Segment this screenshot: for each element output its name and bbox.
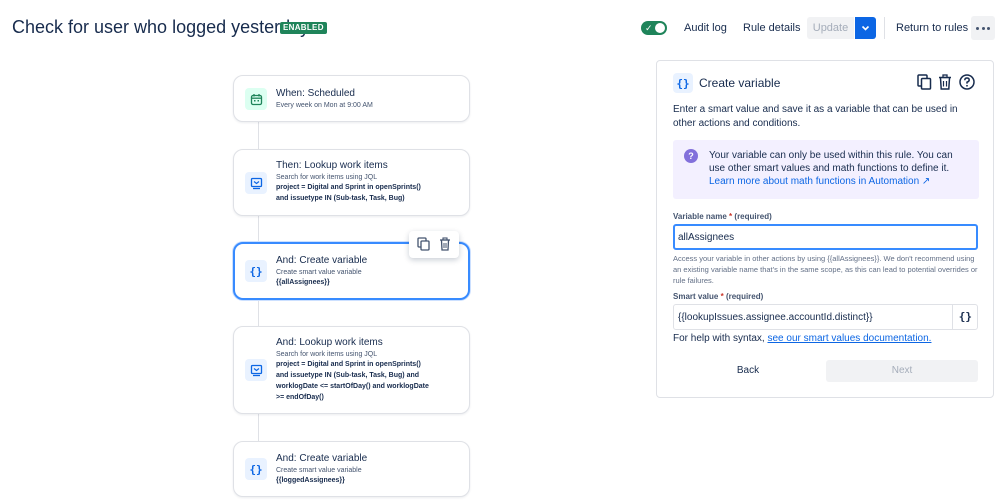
panel-title: Create variable bbox=[699, 76, 781, 90]
info-text: Your variable can only be used within th… bbox=[709, 150, 953, 187]
flow-connector bbox=[258, 216, 259, 242]
step-title: And: Create variable bbox=[276, 453, 368, 464]
rule-enabled-toggle[interactable]: ✓ bbox=[641, 21, 667, 35]
header-divider bbox=[884, 17, 885, 39]
rule-header: Check for user who logged yesterday ENAB… bbox=[0, 0, 999, 56]
step-detail: and issuetype IN (Sub-task, Task, Bug) bbox=[276, 195, 405, 202]
step-title: And: Lookup work items bbox=[276, 337, 383, 348]
delete-icon[interactable] bbox=[938, 74, 952, 90]
lookup-icon bbox=[245, 172, 267, 194]
smart-value-text: {{lookupIssues.assignee.accountId.distin… bbox=[678, 312, 873, 323]
calendar-icon bbox=[245, 88, 267, 110]
variable-name-input[interactable] bbox=[673, 224, 978, 250]
update-button[interactable]: Update bbox=[807, 17, 854, 39]
step-subtitle: Search for work items using JQL bbox=[276, 174, 378, 181]
variable-name-help: Access your variable in other actions by… bbox=[673, 254, 978, 285]
rule-details-button[interactable]: Rule details bbox=[743, 17, 800, 39]
status-badge: ENABLED bbox=[280, 22, 327, 34]
step-subtitle: Every week on Mon at 9:00 AM bbox=[276, 102, 373, 109]
chevron-down-icon bbox=[861, 25, 870, 31]
flow-step-create-variable[interactable]: {} And: Create variable Create smart val… bbox=[233, 441, 470, 497]
flow-step-lookup[interactable]: And: Lookup work items Search for work i… bbox=[233, 326, 470, 414]
delete-icon[interactable] bbox=[439, 237, 451, 251]
step-detail: worklogDate <= startOfDay() and worklogD… bbox=[276, 383, 429, 390]
check-icon: ✓ bbox=[645, 23, 653, 33]
step-detail: project = Digital and Sprint in openSpri… bbox=[276, 361, 421, 368]
flow-step-lookup[interactable]: Then: Lookup work items Search for work … bbox=[233, 149, 470, 216]
flow-connector bbox=[258, 414, 259, 441]
flow-step-trigger[interactable]: When: Scheduled Every week on Mon at 9:0… bbox=[233, 75, 470, 122]
step-detail: {{allAssignees}} bbox=[276, 279, 330, 286]
braces-icon: {} bbox=[245, 260, 267, 282]
audit-log-button[interactable]: Audit log bbox=[684, 17, 727, 39]
step-detail: project = Digital and Sprint in openSpri… bbox=[276, 184, 421, 191]
more-icon bbox=[976, 27, 979, 30]
info-message: ? Your variable can only be used within … bbox=[673, 140, 979, 199]
page-title: Check for user who logged yesterday bbox=[12, 17, 310, 37]
step-subtitle: Create smart value variable bbox=[276, 269, 362, 276]
duplicate-icon[interactable] bbox=[417, 237, 430, 251]
step-subtitle: Create smart value variable bbox=[276, 467, 362, 474]
syntax-help: For help with syntax, see our smart valu… bbox=[673, 333, 932, 344]
braces-icon: {} bbox=[245, 458, 267, 480]
lookup-icon bbox=[245, 359, 267, 381]
next-button[interactable]: Next bbox=[826, 360, 978, 382]
create-variable-panel: {} Create variable Enter a smart value a… bbox=[656, 60, 994, 398]
learn-more-link[interactable]: Learn more about math functions in Autom… bbox=[709, 176, 930, 187]
question-icon: ? bbox=[684, 149, 698, 163]
panel-description: Enter a smart value and save it as a var… bbox=[673, 104, 958, 129]
smart-value-input[interactable]: {{lookupIssues.assignee.accountId.distin… bbox=[673, 304, 978, 330]
smart-values-docs-link[interactable]: see our smart values documentation. bbox=[767, 333, 931, 344]
step-detail: {{loggedAssignees}} bbox=[276, 477, 345, 484]
flow-connector bbox=[258, 122, 259, 149]
toggle-knob bbox=[655, 23, 665, 33]
step-title: Then: Lookup work items bbox=[276, 160, 388, 171]
more-options-button[interactable] bbox=[971, 16, 995, 40]
step-subtitle: Search for work items using JQL bbox=[276, 351, 378, 358]
step-hover-toolbar bbox=[409, 231, 459, 258]
step-title: When: Scheduled bbox=[276, 88, 355, 99]
variable-name-label: Variable name * (required) bbox=[673, 212, 772, 221]
flow-connector bbox=[258, 300, 259, 326]
step-detail: >= endOfDay() bbox=[276, 394, 324, 401]
step-title: And: Create variable bbox=[276, 255, 368, 266]
smart-value-label: Smart value * (required) bbox=[673, 292, 764, 301]
return-to-rules-button[interactable]: Return to rules bbox=[896, 17, 968, 39]
back-button[interactable]: Back bbox=[673, 360, 823, 382]
duplicate-icon[interactable] bbox=[917, 74, 932, 90]
update-options-button[interactable] bbox=[855, 17, 876, 39]
insert-smart-value-icon[interactable]: {} bbox=[959, 310, 972, 323]
braces-icon: {} bbox=[673, 73, 693, 93]
step-detail: and issuetype IN (Sub-task, Task, Bug) a… bbox=[276, 372, 420, 379]
help-icon[interactable] bbox=[959, 74, 975, 90]
